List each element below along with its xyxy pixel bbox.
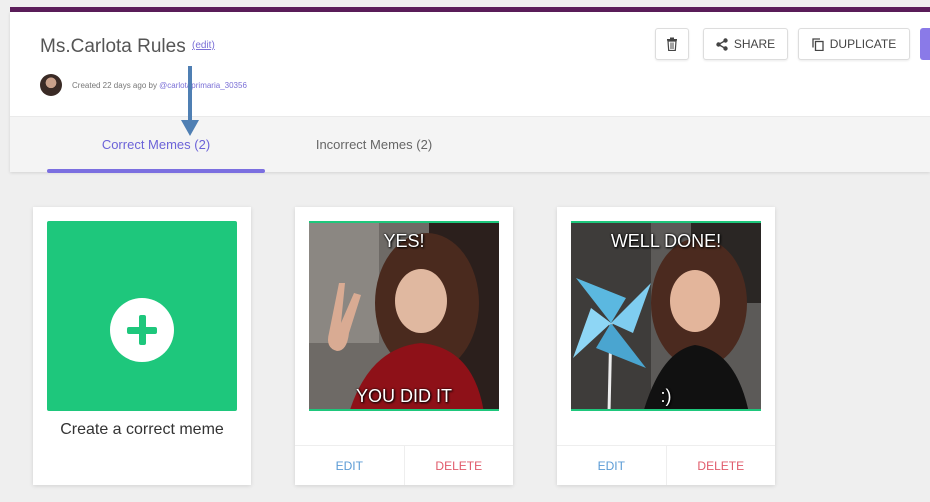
quiz-header: Ms.Carlota Rules (edit) Created 22 days … — [10, 12, 930, 173]
meme-top-text: YES! — [383, 231, 425, 251]
delete-button[interactable] — [655, 28, 689, 60]
meme-top-text: WELL DONE! — [610, 231, 722, 251]
duplicate-icon — [812, 37, 824, 51]
plus-icon — [110, 298, 174, 362]
meme-card: WELL DONE! :) EDIT DELETE — [557, 207, 775, 485]
edit-title-link[interactable]: (edit) — [192, 40, 215, 51]
meme-actions: EDIT DELETE — [557, 445, 775, 485]
share-button[interactable]: SHARE — [703, 28, 788, 60]
duplicate-label: DUPLICATE — [829, 37, 897, 51]
meme-bottom-text: :) — [660, 386, 672, 406]
create-meme-label: Create a correct meme — [60, 421, 224, 438]
edit-meme-button[interactable]: EDIT — [557, 446, 667, 485]
primary-action-button[interactable] — [920, 28, 930, 60]
create-meme-card[interactable]: Create a correct meme — [33, 207, 251, 485]
meme-image: WELL DONE! :) — [571, 221, 761, 411]
duplicate-button[interactable]: DUPLICATE — [798, 28, 910, 60]
share-icon — [716, 37, 728, 51]
share-label: SHARE — [733, 37, 776, 51]
username-link[interactable]: @carlotaprimaria_30356 — [159, 81, 247, 90]
delete-meme-button[interactable]: DELETE — [405, 446, 514, 485]
tabs-bar: Correct Memes (2) Incorrect Memes (2) — [10, 116, 930, 173]
created-info: Created 22 days ago by @carlotaprimaria_… — [72, 81, 247, 90]
tab-correct-memes[interactable]: Correct Memes (2) — [47, 117, 265, 173]
meme-bottom-text: YOU DID IT — [355, 386, 452, 406]
arrow-down-icon — [181, 66, 199, 136]
meme-card: YES! YOU DID IT EDIT DELETE — [295, 207, 513, 485]
active-tab-indicator — [47, 169, 265, 173]
edit-meme-button[interactable]: EDIT — [295, 446, 405, 485]
trash-icon — [667, 37, 677, 51]
tab-incorrect-memes[interactable]: Incorrect Memes (2) — [278, 117, 470, 173]
page-title: Ms.Carlota Rules — [40, 36, 186, 57]
meme-image: YES! YOU DID IT — [309, 221, 499, 411]
created-text: Created 22 days ago by — [72, 81, 160, 90]
delete-meme-button[interactable]: DELETE — [667, 446, 776, 485]
meme-actions: EDIT DELETE — [295, 445, 513, 485]
avatar[interactable] — [40, 74, 62, 96]
create-meme-tile[interactable] — [47, 221, 237, 411]
